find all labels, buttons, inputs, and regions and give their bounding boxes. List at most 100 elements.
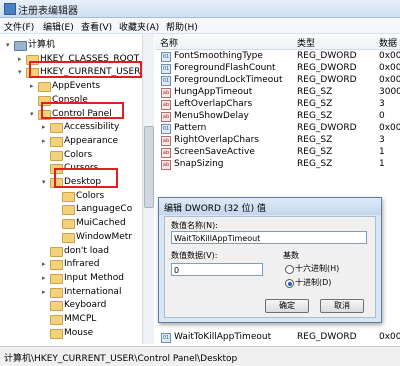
value-data: 0x00: [379, 51, 400, 61]
dialog-title-bar[interactable]: 编辑 DWORD (32 位) 值: [159, 198, 381, 215]
tree-node[interactable]: Keyboard: [0, 299, 140, 312]
folder-icon: [50, 246, 63, 257]
expand-arrow-icon[interactable]: ▸: [42, 288, 47, 297]
folder-icon: [50, 328, 63, 339]
radio-selected-dot: [287, 281, 292, 286]
menu-edit[interactable]: 编辑(E): [43, 20, 74, 33]
collapse-arrow-icon[interactable]: ▾: [42, 178, 47, 187]
table-row[interactable]: ab ScreenSaveActive REG_SZ 1: [158, 146, 400, 158]
tree-node-label: WindowMetr: [76, 231, 133, 242]
value-data-field[interactable]: 0: [171, 263, 263, 276]
table-row[interactable]: 01 ForegroundLockTimeout REG_DWORD 0x00: [158, 74, 400, 86]
value-name: WaitToKillAppTimeout: [174, 332, 272, 342]
highlight-hkcu: [29, 61, 142, 78]
tree-scrollbar-thumb[interactable]: [144, 126, 154, 208]
tree-node[interactable]: LanguageCo: [0, 203, 140, 216]
window-title: 注册表编辑器: [18, 6, 78, 17]
tree-node-label: Colors: [64, 149, 93, 160]
table-row[interactable]: ab MenuShowDelay REG_SZ 0: [158, 110, 400, 122]
tree-node-label: Keyboard: [64, 300, 107, 311]
menu-favorites[interactable]: 收藏夹(A): [119, 20, 159, 33]
table-row[interactable]: 01 WaitToKillAppTimeout REG_DWORD 0x00: [158, 331, 400, 343]
menu-help[interactable]: 帮助(H): [166, 20, 198, 33]
value-name-field[interactable]: WaitToKillAppTimeout: [171, 231, 367, 244]
highlight-control-panel: [41, 102, 124, 119]
table-row[interactable]: ab LeftOverlapChars REG_SZ 3: [158, 98, 400, 110]
folder-icon: [50, 150, 63, 161]
value-data-label: 数值数据(V):: [171, 251, 218, 260]
ok-button[interactable]: 确定: [265, 299, 309, 313]
expand-arrow-icon[interactable]: ▸: [42, 274, 47, 283]
tree-node[interactable]: ▸ International: [0, 286, 140, 299]
tree-node[interactable]: Colors: [0, 190, 140, 203]
expand-arrow-icon[interactable]: ▸: [30, 82, 35, 91]
value-data: 3: [379, 135, 385, 145]
status-bar: 计算机\HKEY_CURRENT_USER\Control Panel\Desk…: [0, 346, 400, 366]
tree-node[interactable]: WindowMetr: [0, 231, 140, 244]
value-name: HungAppTimeout: [174, 87, 253, 97]
expand-arrow-icon[interactable]: ▸: [42, 137, 47, 146]
value-data-text: 0: [174, 266, 180, 275]
value-type: REG_SZ: [297, 111, 333, 121]
tree-node[interactable]: ▾ 计算机: [0, 39, 140, 52]
list-header: 名称 类型 数据: [155, 34, 400, 50]
tree-node[interactable]: ▸ Appearance: [0, 135, 140, 148]
cancel-button[interactable]: 取消: [320, 299, 364, 313]
value-name: ScreenSaveActive: [174, 147, 255, 157]
base-group-label: 基数: [283, 251, 299, 260]
value-type: REG_DWORD: [297, 75, 357, 85]
table-row[interactable]: ab RightOverlapChars REG_SZ 3: [158, 134, 400, 146]
dword-value-icon: 01: [161, 76, 171, 86]
dword-value-icon: 01: [161, 333, 171, 343]
computer-icon: [14, 41, 27, 51]
tree-node[interactable]: Mouse: [0, 327, 140, 340]
collapse-arrow-icon[interactable]: ▾: [6, 41, 11, 50]
tree-node-label: Input Method: [64, 272, 124, 283]
title-bar: 注册表编辑器: [0, 0, 400, 18]
edit-dword-dialog: 编辑 DWORD (32 位) 值 数值名称(N): WaitToKillApp…: [158, 197, 382, 323]
string-value-icon: ab: [161, 148, 171, 158]
tree-node[interactable]: Colors: [0, 149, 140, 162]
value-name: LeftOverlapChars: [174, 99, 253, 109]
table-row[interactable]: ab HungAppTimeout REG_SZ 3000: [158, 86, 400, 98]
expand-arrow-icon[interactable]: ▸: [42, 123, 47, 132]
tree-node-label: Colors: [76, 190, 105, 201]
value-name-text: WaitToKillAppTimeout: [174, 234, 261, 243]
collapse-arrow-icon[interactable]: ▾: [30, 110, 35, 119]
tree-node-label: Infrared: [64, 259, 100, 270]
folder-icon: [50, 273, 63, 284]
column-name[interactable]: 名称: [160, 36, 178, 49]
value-type: REG_SZ: [297, 135, 333, 145]
radio-hex[interactable]: [285, 265, 294, 274]
value-data: 3: [379, 99, 385, 109]
tree-node[interactable]: don't load: [0, 245, 140, 258]
menu-view[interactable]: 查看(V): [81, 20, 112, 33]
tree-node[interactable]: ▸ Infrared: [0, 258, 140, 271]
registry-tree[interactable]: ▾ 计算机 ▸ HKEY_CLASSES_ROOT ▾ HKEY_CURRENT_USER…: [0, 34, 154, 344]
collapse-arrow-icon[interactable]: ▾: [18, 68, 23, 77]
tree-node[interactable]: MuiCached: [0, 217, 140, 230]
registry-app-icon: [4, 3, 16, 15]
tree-node[interactable]: ▸ AppEvents: [0, 80, 140, 93]
folder-icon: [62, 219, 75, 230]
value-type: REG_SZ: [297, 99, 333, 109]
column-data[interactable]: 数据: [379, 36, 397, 49]
table-row[interactable]: 01 Pattern REG_DWORD 0x00: [158, 122, 400, 134]
table-row[interactable]: ab SnapSizing REG_SZ 1: [158, 158, 400, 170]
expand-arrow-icon[interactable]: ▸: [18, 55, 23, 64]
tree-node[interactable]: ▸ Input Method: [0, 272, 140, 285]
tree-scrollbar[interactable]: [142, 34, 154, 344]
table-row[interactable]: 01 ForegroundFlashCount REG_DWORD 0x00: [158, 62, 400, 74]
table-row[interactable]: 01 FontSmoothingType REG_DWORD 0x00: [158, 50, 400, 62]
column-type[interactable]: 类型: [297, 36, 315, 49]
expand-arrow-icon[interactable]: ▸: [42, 260, 47, 269]
dword-value-icon: 01: [161, 64, 171, 74]
radio-decimal[interactable]: [285, 279, 294, 288]
tree-node[interactable]: ▸ Accessibility: [0, 121, 140, 134]
status-path: 计算机\HKEY_CURRENT_USER\Control Panel\Desk…: [4, 354, 238, 364]
string-value-icon: ab: [161, 160, 171, 170]
folder-icon: [62, 191, 75, 202]
tree-node[interactable]: MMCPL: [0, 313, 140, 326]
menu-file[interactable]: 文件(F): [4, 20, 34, 33]
folder-icon: [62, 232, 75, 243]
